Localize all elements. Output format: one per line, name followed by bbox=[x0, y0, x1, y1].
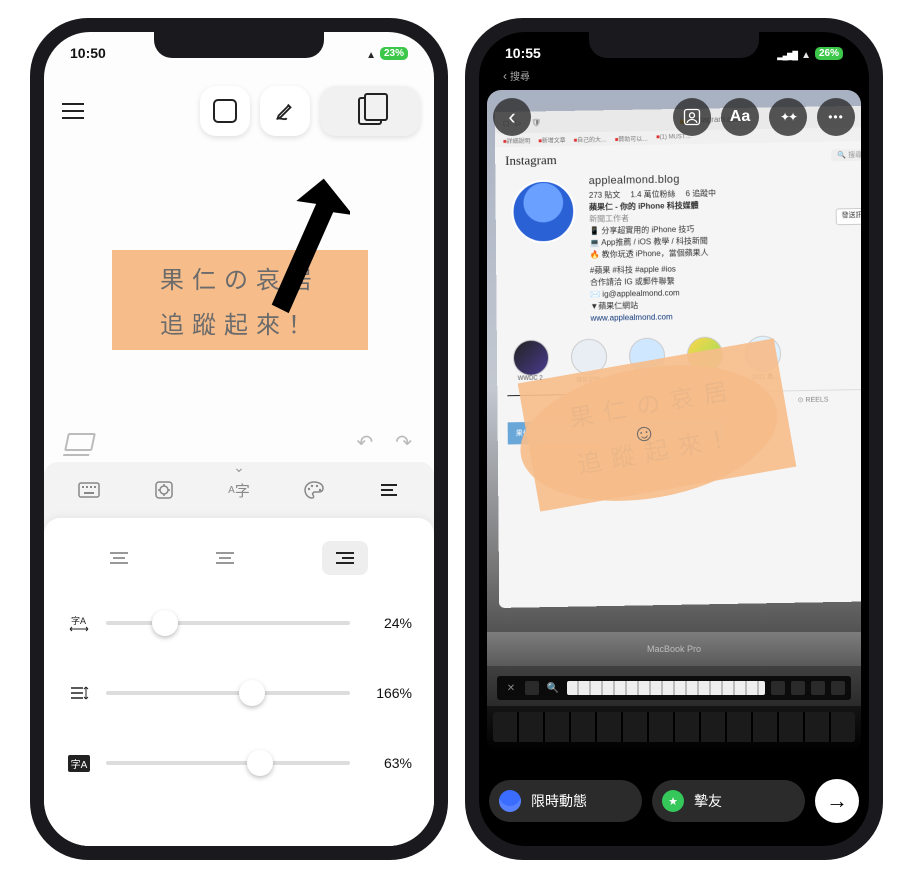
slider-letter-spacing: 字A 24% bbox=[66, 594, 412, 652]
profile-avatar bbox=[511, 179, 575, 243]
square-icon bbox=[213, 99, 237, 123]
letter-spacing-icon: 字A bbox=[66, 614, 92, 632]
tag-people-button[interactable] bbox=[673, 98, 711, 136]
line-height-slider[interactable] bbox=[106, 691, 350, 695]
chevron-down-icon[interactable]: ⌄ bbox=[233, 459, 245, 476]
letter-spacing-value: 24% bbox=[364, 615, 412, 631]
shape-button[interactable] bbox=[200, 86, 250, 136]
menu-icon[interactable] bbox=[62, 103, 84, 119]
notch bbox=[589, 32, 759, 58]
touch-bar: ✕🔍 bbox=[497, 676, 851, 700]
align-right[interactable] bbox=[322, 541, 368, 575]
mid-toolbar: ↶ ↷ bbox=[44, 420, 434, 464]
undo-icon[interactable]: ↶ bbox=[356, 430, 373, 455]
text-line-2: 追蹤起來！ bbox=[160, 305, 320, 340]
align-row bbox=[66, 534, 412, 582]
text-button[interactable]: Aa bbox=[721, 98, 759, 136]
phone-left: 10:50 23% 果仁の哀居 追蹤起來！ bbox=[30, 18, 448, 860]
paragraph-sheet: 字A 24% 166% 字A 63% bbox=[44, 518, 434, 846]
story-tools: Aa bbox=[479, 98, 869, 136]
macbook-label: MacBook Pro bbox=[487, 632, 861, 666]
wifi-icon bbox=[366, 45, 376, 61]
send-message-button[interactable]: 發送訊… bbox=[836, 208, 861, 225]
tab-font[interactable]: AA字字 bbox=[215, 472, 263, 508]
align-icon bbox=[379, 482, 399, 498]
top-toolbar bbox=[44, 76, 434, 146]
pencil-icon bbox=[274, 100, 296, 122]
copy-button[interactable] bbox=[320, 86, 420, 136]
line-height-value: 166% bbox=[364, 685, 412, 701]
slider-font-size: 字A 63% bbox=[66, 734, 412, 792]
text-card[interactable]: 果仁の哀居 追蹤起來！ bbox=[112, 250, 368, 350]
signal-icon bbox=[777, 45, 797, 61]
profile-info: 發送訊… applealmond.blog 273 貼文 1.4 萬位粉絲 6 … bbox=[589, 168, 861, 324]
screen-left: 10:50 23% 果仁の哀居 追蹤起來！ bbox=[44, 32, 434, 846]
font-size-icon: 字A bbox=[66, 755, 92, 772]
effects-button[interactable] bbox=[769, 98, 807, 136]
font-size-slider[interactable] bbox=[106, 761, 350, 765]
instagram-logo: Instagram bbox=[505, 152, 557, 169]
line-height-icon bbox=[66, 684, 92, 702]
notch bbox=[154, 32, 324, 58]
phone-right: 10:55 26% 搜尋 ◻▷🛡 🔒 instagram.com 詳細說明 bbox=[465, 18, 883, 860]
story-icon bbox=[499, 790, 521, 812]
close-friends-icon bbox=[662, 790, 684, 812]
share-close-friends-button[interactable]: 摯友 bbox=[652, 780, 805, 822]
letter-spacing-slider[interactable] bbox=[106, 621, 350, 625]
instagram-search: 🔍 搜尋 bbox=[831, 149, 861, 161]
wifi-icon bbox=[801, 45, 811, 61]
status-time: 10:50 bbox=[70, 45, 106, 61]
font-size-value: 63% bbox=[364, 755, 412, 771]
svg-text:字A: 字A bbox=[71, 615, 86, 626]
copy-icon bbox=[358, 97, 382, 125]
back-to-search[interactable]: 搜尋 bbox=[503, 68, 530, 83]
palette-icon bbox=[303, 480, 325, 500]
tab-sticker[interactable] bbox=[140, 472, 188, 508]
status-time: 10:55 bbox=[505, 45, 541, 61]
edit-panel: ⌄ AA字字 字A bbox=[44, 462, 434, 846]
share-bar: 限時動態 摯友 bbox=[489, 768, 859, 834]
align-center[interactable] bbox=[216, 552, 234, 564]
battery-badge: 26% bbox=[815, 47, 843, 60]
screen-right: 10:55 26% 搜尋 ◻▷🛡 🔒 instagram.com 詳細說明 bbox=[479, 32, 869, 846]
send-button[interactable] bbox=[815, 779, 859, 823]
slider-line-height: 166% bbox=[66, 664, 412, 722]
tab-keyboard[interactable] bbox=[65, 472, 113, 508]
share-story-button[interactable]: 限時動態 bbox=[489, 780, 642, 822]
tab-color[interactable] bbox=[290, 472, 338, 508]
keyboard-row bbox=[487, 706, 861, 752]
text-line-1: 果仁の哀居 bbox=[160, 260, 320, 295]
battery-badge: 23% bbox=[380, 47, 408, 60]
redo-icon[interactable]: ↷ bbox=[395, 430, 412, 455]
draw-button[interactable] bbox=[260, 86, 310, 136]
more-button[interactable] bbox=[817, 98, 855, 136]
align-left[interactable] bbox=[110, 552, 128, 564]
back-button[interactable] bbox=[493, 98, 531, 136]
tab-paragraph[interactable] bbox=[365, 472, 413, 508]
eraser-icon[interactable] bbox=[64, 433, 96, 451]
